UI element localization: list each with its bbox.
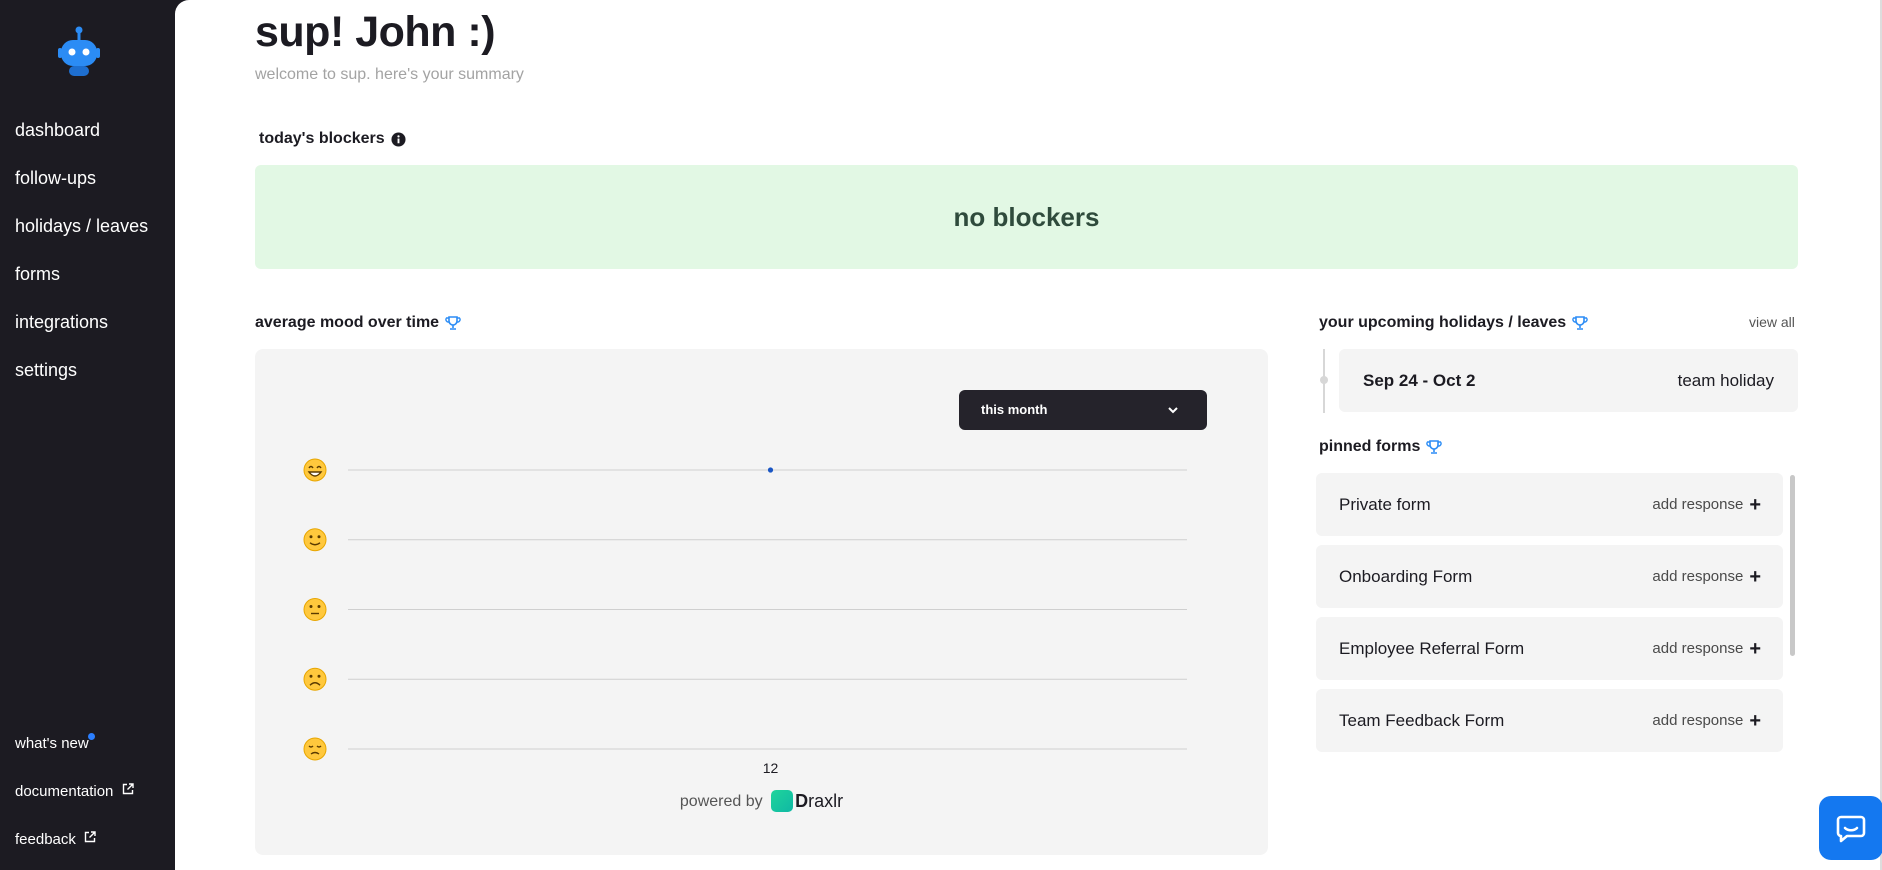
form-item-team-feedback[interactable]: Team Feedback Form add response + [1316,689,1783,752]
powered-by: powered by Draxlr [255,790,1268,812]
nav-item-follow-ups[interactable]: follow-ups [15,160,148,208]
holiday-item[interactable]: Sep 24 - Oct 2 team holiday [1339,349,1798,412]
draxlr-logo-icon [771,790,794,812]
chat-button[interactable] [1819,796,1882,860]
feedback-link[interactable]: feedback [15,826,134,870]
external-link-icon [84,831,96,843]
blockers-heading: today's blockers [259,130,406,148]
form-name: Team Feedback Form [1339,710,1505,730]
face-eye-right [317,535,321,539]
nav-item-forms[interactable]: forms [15,256,148,304]
grinning-face-icon [303,458,327,482]
holidays-heading: your upcoming holidays / leaves [1319,314,1588,332]
main-nav: dashboard follow-ups holidays / leaves f… [15,112,148,400]
form-name: Private form [1339,494,1431,514]
timeline-dot [1320,376,1328,384]
face-eye-left [309,535,313,539]
add-response-button[interactable]: add response + [1652,567,1761,587]
feedback-label: feedback [15,831,76,848]
chevron-down-icon [1168,407,1178,414]
tired-face-icon [303,737,327,761]
trophy-icon [445,316,461,330]
add-response-label: add response [1652,496,1744,513]
add-response-button[interactable]: add response + [1652,711,1761,731]
form-name: Employee Referral Form [1339,638,1525,658]
main-content: sup! John :) welcome to sup. here's your… [175,0,1882,870]
trophy-icon [1572,316,1588,330]
form-item-private[interactable]: Private form add response + [1316,473,1783,536]
period-select[interactable]: this month [959,390,1207,430]
mood-title: average mood over time [255,314,440,331]
holiday-type: team holiday [1677,370,1774,390]
add-response-label: add response [1652,640,1744,657]
plus-icon: + [1749,565,1761,588]
powered-by-label: powered by [679,793,763,810]
blockers-title: today's blockers [259,130,385,147]
draxlr-brand-rest: raxlr [808,791,844,811]
blockers-panel: no blockers [255,165,1798,269]
whats-new-link[interactable]: what's new [15,730,134,778]
view-all-holidays-link[interactable]: view all [1749,314,1795,330]
face-eye-right [317,605,321,608]
robot-logo-icon[interactable] [58,26,100,78]
add-response-label: add response [1652,712,1744,729]
form-item-employee-referral[interactable]: Employee Referral Form add response + [1316,617,1783,680]
chat-bubble-icon [1836,815,1866,843]
form-item-onboarding[interactable]: Onboarding Form add response + [1316,545,1783,608]
page-subtitle: welcome to sup. here's your summary [255,66,524,83]
nav-item-integrations[interactable]: integrations [15,304,148,352]
forms-scrollbar[interactable] [1790,475,1795,656]
period-select-value: this month [981,402,1048,417]
plus-icon: + [1749,709,1761,732]
face-eye-left [309,674,313,678]
whats-new-label: what's new [15,735,89,752]
pinned-forms-title: pinned forms [1319,438,1421,455]
holidays-title: your upcoming holidays / leaves [1319,314,1567,331]
add-response-button[interactable]: add response + [1652,639,1761,659]
mood-heading: average mood over time [255,314,461,332]
external-link-icon [122,783,134,795]
mood-chart-card: 12 this month powered by Draxlr [255,349,1268,855]
draxlr-brand[interactable]: Draxlr [795,791,843,811]
documentation-link[interactable]: documentation [15,778,134,826]
form-name: Onboarding Form [1339,566,1473,586]
page-title: sup! John :) [255,8,496,56]
trophy-icon [1426,440,1443,454]
new-indicator-dot [87,733,95,740]
draxlr-brand-initial: D [795,791,809,811]
frowning-face-icon [303,667,327,691]
plus-icon: + [1749,493,1761,516]
documentation-label: documentation [15,783,114,800]
face-eye-left [309,605,313,608]
secondary-nav: what's new documentation feedback [15,730,134,870]
nav-item-dashboard[interactable]: dashboard [15,112,148,160]
info-icon[interactable] [391,131,406,147]
mood-data-point [767,467,774,473]
x-tick-label: 12 [763,760,779,776]
face-eye-right [317,674,321,678]
add-response-label: add response [1652,568,1744,585]
nav-item-settings[interactable]: settings [15,352,148,400]
blockers-message: no blockers [953,201,1100,232]
holiday-dates: Sep 24 - Oct 2 [1363,370,1476,390]
sidebar: dashboard follow-ups holidays / leaves f… [0,0,175,870]
nav-item-holidays-leaves[interactable]: holidays / leaves [15,208,148,256]
plus-icon: + [1749,637,1761,660]
pinned-forms-list: Private form add response + Onboarding F… [1316,473,1783,761]
add-response-button[interactable]: add response + [1652,495,1761,515]
neutral-face-icon [303,598,327,621]
slightly-smiling-face-icon [303,528,327,552]
pinned-forms-heading: pinned forms [1319,438,1443,456]
